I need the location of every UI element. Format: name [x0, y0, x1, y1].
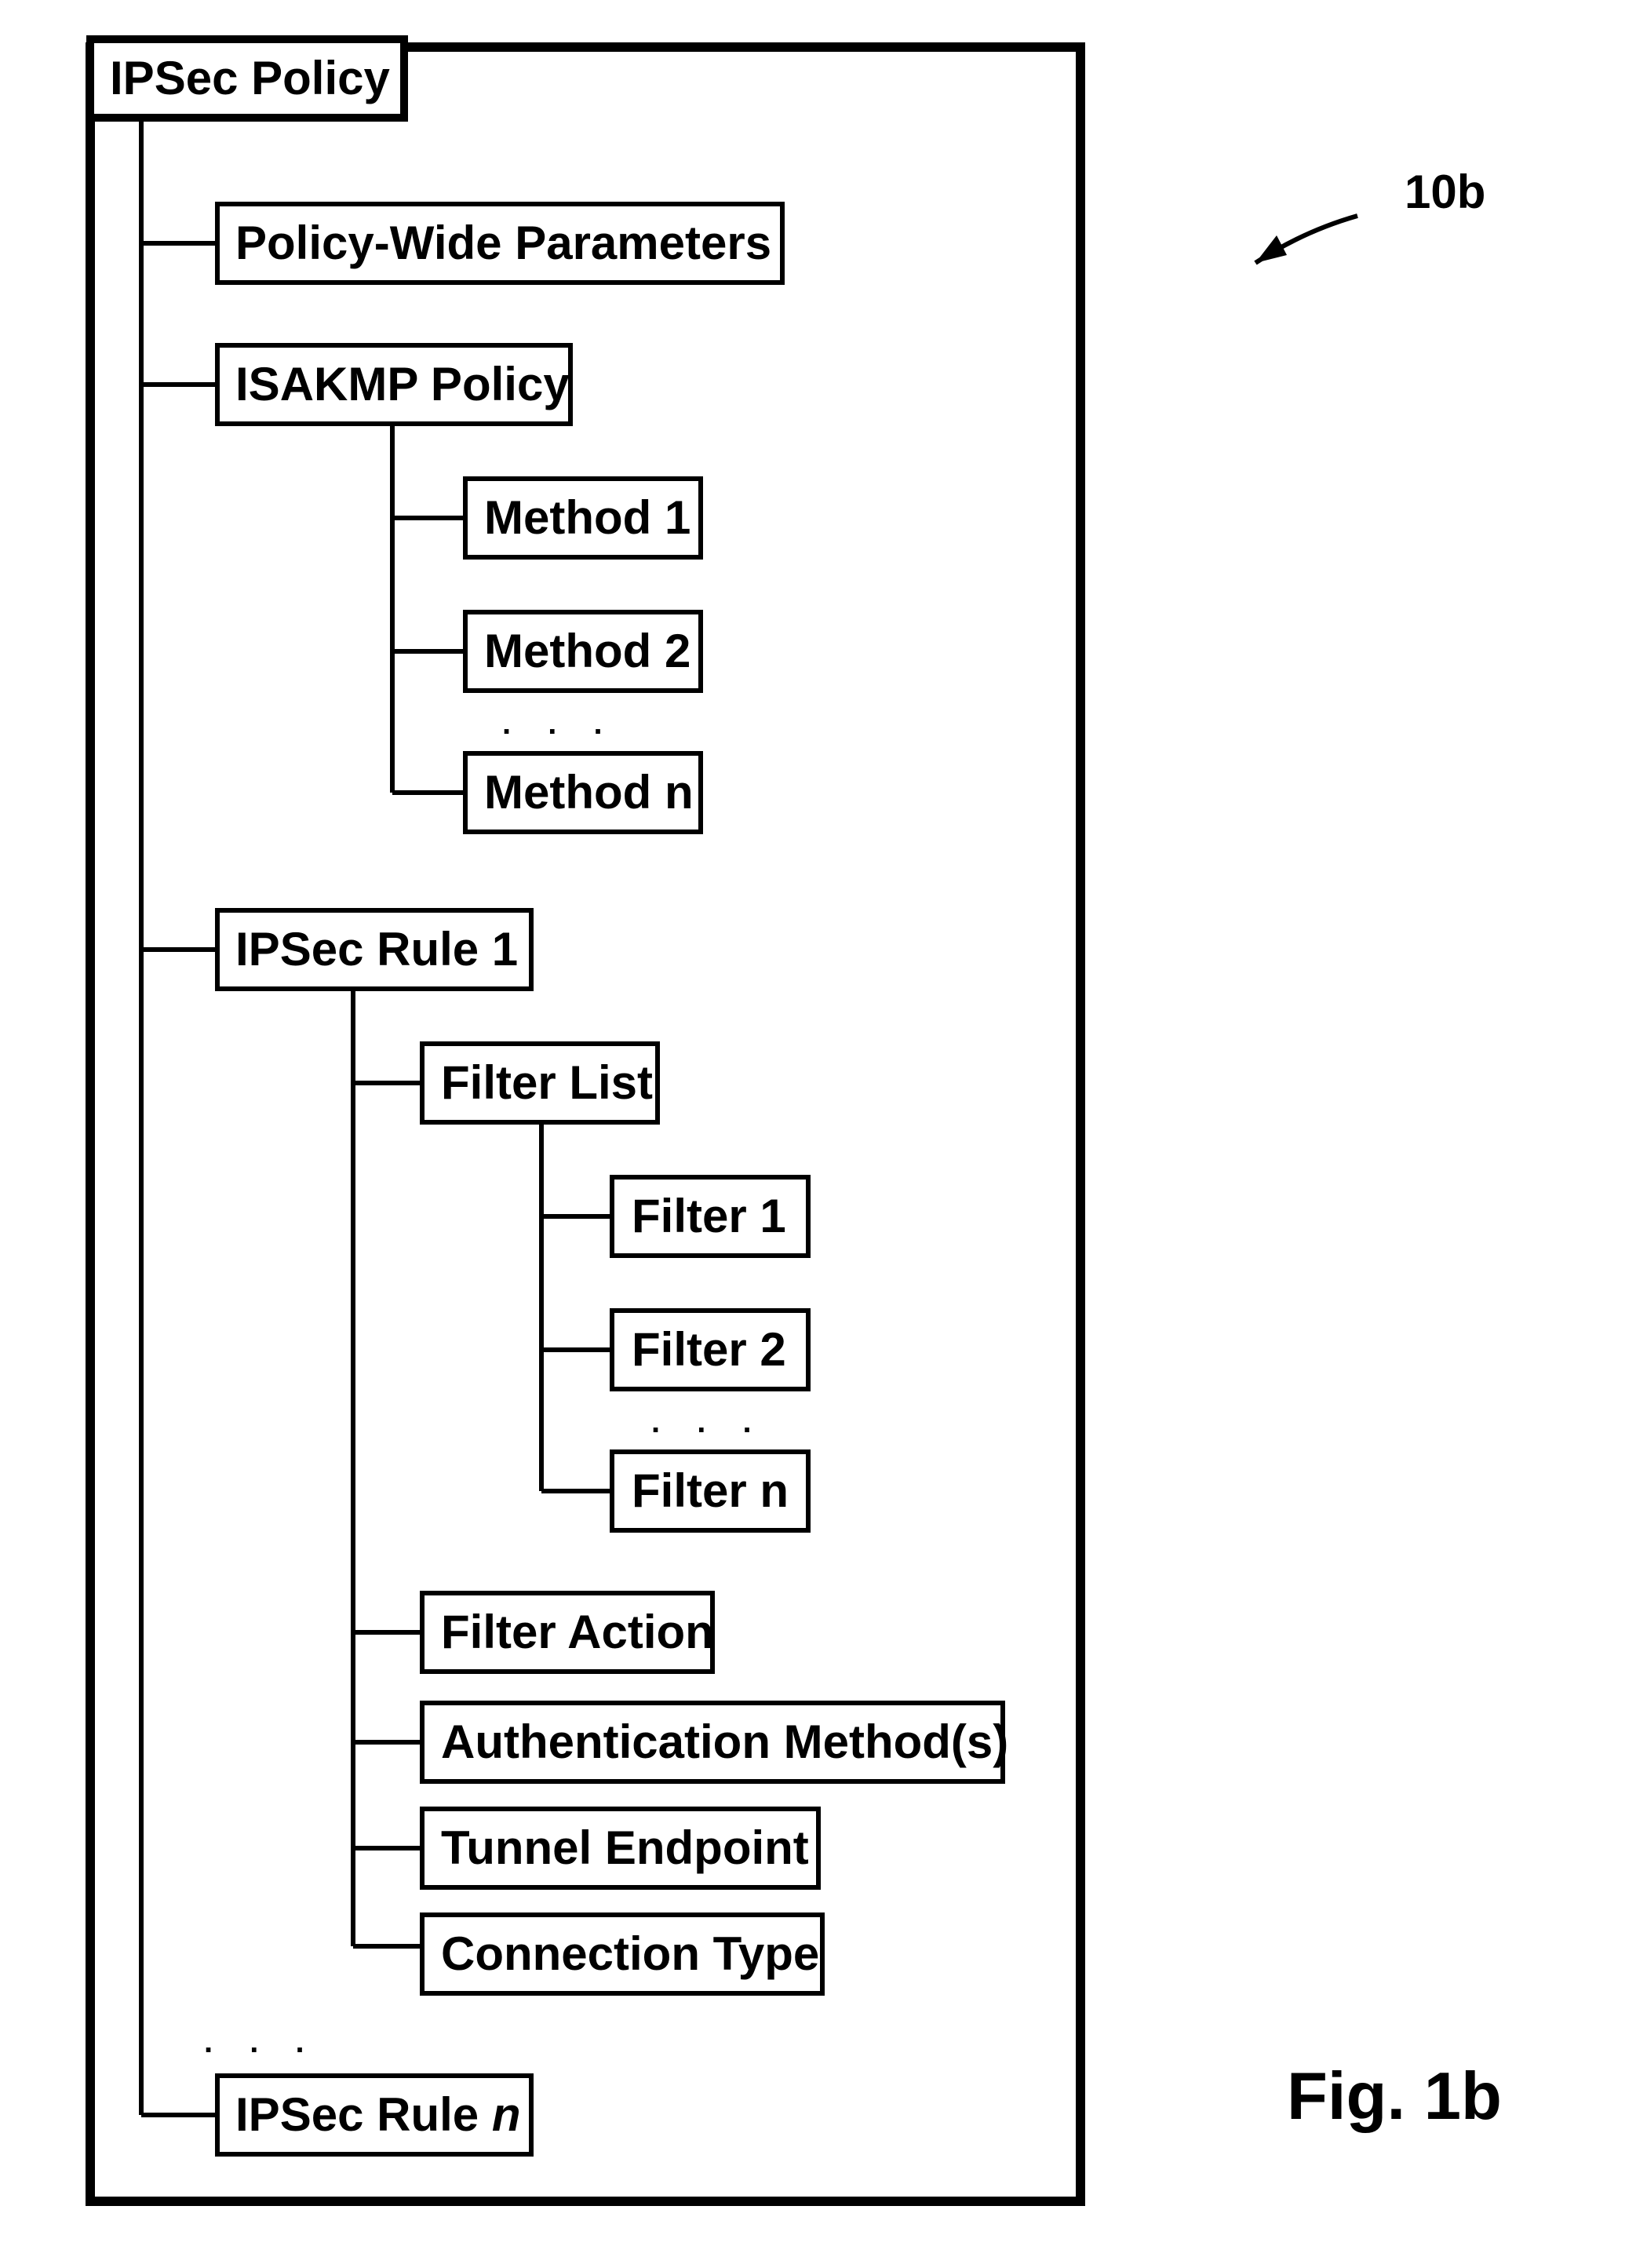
- root-text: IPSec Policy: [110, 52, 390, 104]
- svg-text:Policy-Wide Parameters: Policy-Wide Parameters: [235, 217, 771, 269]
- svg-text:Filter 2: Filter 2: [632, 1323, 786, 1376]
- svg-text:IPSec Rule 1: IPSec Rule 1: [235, 923, 518, 975]
- svg-text:IPSec Rule n: IPSec Rule n: [235, 2088, 520, 2141]
- svg-text:Filter n: Filter n: [632, 1464, 789, 1517]
- svg-text:Filter 1: Filter 1: [632, 1190, 786, 1242]
- svg-text:Method 2: Method 2: [484, 625, 691, 677]
- figure-label: Fig. 1b: [1287, 2059, 1502, 2134]
- svg-text:Filter List: Filter List: [441, 1056, 653, 1109]
- svg-text:Connection Type: Connection Type: [441, 1927, 819, 1980]
- svg-text:ISAKMP Policy: ISAKMP Policy: [235, 358, 570, 410]
- reference-label: 10b: [1255, 166, 1485, 263]
- ipsec-policy-diagram: 10b IPSec Policy Policy-Wide Parameters …: [0, 0, 1647, 2264]
- svg-text:Filter Action: Filter Action: [441, 1606, 714, 1658]
- svg-text:10b: 10b: [1405, 166, 1485, 218]
- svg-text:Method n: Method n: [484, 766, 694, 819]
- svg-text:. . .: . . .: [651, 1405, 766, 1439]
- svg-text:Method 1: Method 1: [484, 491, 691, 544]
- svg-text:Tunnel Endpoint: Tunnel Endpoint: [441, 1821, 809, 1874]
- svg-text:. . .: . . .: [204, 2025, 319, 2059]
- svg-text:Authentication Method(s): Authentication Method(s): [441, 1716, 1008, 1768]
- svg-text:. . .: . . .: [502, 706, 617, 741]
